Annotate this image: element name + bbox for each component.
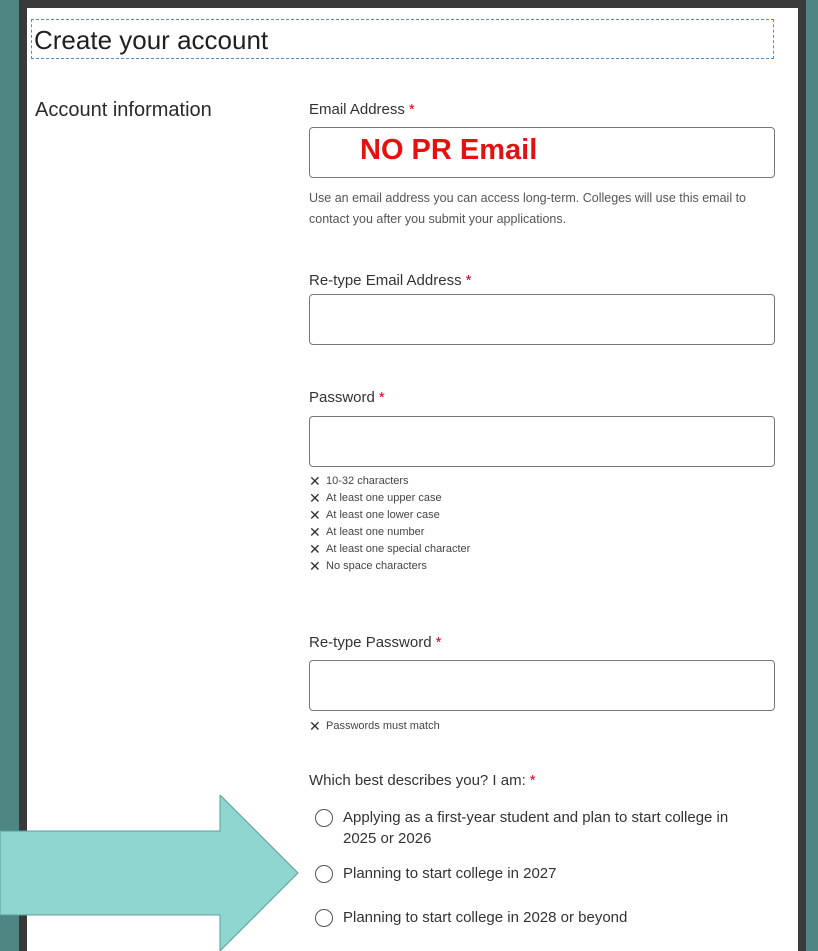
password-rule: ✕ At least one lower case	[309, 507, 470, 524]
password-rule: ✕ At least one special character	[309, 541, 470, 558]
password-rule: ✕ 10-32 characters	[309, 473, 470, 490]
password-rules: ✕ 10-32 characters ✕ At least one upper ca…	[309, 473, 470, 575]
rule-text: At least one special character	[326, 543, 471, 555]
password-label-text: Password	[309, 389, 375, 406]
email-value: NO PR Email	[360, 134, 538, 166]
rule-text: At least one number	[326, 526, 425, 538]
x-icon: ✕	[309, 507, 321, 523]
match-rule: ✕ Passwords must match	[309, 718, 440, 735]
x-icon: ✕	[309, 541, 321, 557]
x-icon: ✕	[309, 558, 321, 574]
radio-label: Planning to start college in 2028 or bey…	[343, 909, 628, 926]
rule-text: At least one lower case	[326, 509, 440, 521]
question-label: Which best describes you? I am: *	[309, 772, 536, 789]
email-help-text: Use an email address you can access long…	[309, 191, 746, 226]
retype-email-label-text: Re-type Email Address	[309, 272, 462, 289]
question-label-text: Which best describes you? I am:	[309, 772, 526, 789]
radio-option-2028[interactable]: Planning to start college in 2028 or bey…	[315, 907, 627, 928]
required-asterisk: *	[408, 101, 415, 118]
rule-text: 10-32 characters	[326, 475, 409, 487]
retype-password-field[interactable]	[309, 660, 775, 711]
page-title: Create your account	[31, 19, 774, 59]
retype-password-label-text: Re-type Password	[309, 634, 432, 651]
required-asterisk: *	[465, 272, 472, 289]
x-icon: ✕	[309, 718, 321, 734]
password-rule: ✕ At least one upper case	[309, 490, 470, 507]
radio-option-first-year[interactable]: Applying as a first-year student and pla…	[315, 807, 755, 849]
x-icon: ✕	[309, 524, 321, 540]
email-label: Email Address *	[309, 101, 415, 118]
rule-text: At least one upper case	[326, 492, 442, 504]
x-icon: ✕	[309, 473, 321, 489]
password-rule: ✕ No space characters	[309, 558, 470, 575]
x-icon: ✕	[309, 490, 321, 506]
email-label-text: Email Address	[309, 101, 405, 118]
radio-label: Applying as a first-year student and pla…	[343, 809, 729, 847]
radio-label: Planning to start college in 2027	[343, 865, 557, 882]
radio-option-2027[interactable]: Planning to start college in 2027	[315, 863, 556, 884]
rule-text: No space characters	[326, 560, 427, 572]
section-label: Account information	[35, 99, 212, 121]
retype-password-label: Re-type Password *	[309, 634, 441, 651]
rule-text: Passwords must match	[326, 720, 440, 732]
retype-email-label: Re-type Email Address *	[309, 272, 471, 289]
password-rule: ✕ Passwords must match	[309, 718, 440, 735]
retype-email-field[interactable]	[309, 294, 775, 345]
pointer-arrow-icon	[0, 795, 299, 951]
required-asterisk: *	[378, 389, 385, 406]
password-label: Password *	[309, 389, 385, 406]
email-field[interactable]: NO PR Email	[309, 127, 775, 178]
required-asterisk: *	[435, 634, 442, 651]
password-rule: ✕ At least one number	[309, 524, 470, 541]
required-asterisk: *	[529, 772, 536, 789]
password-field[interactable]	[309, 416, 775, 467]
